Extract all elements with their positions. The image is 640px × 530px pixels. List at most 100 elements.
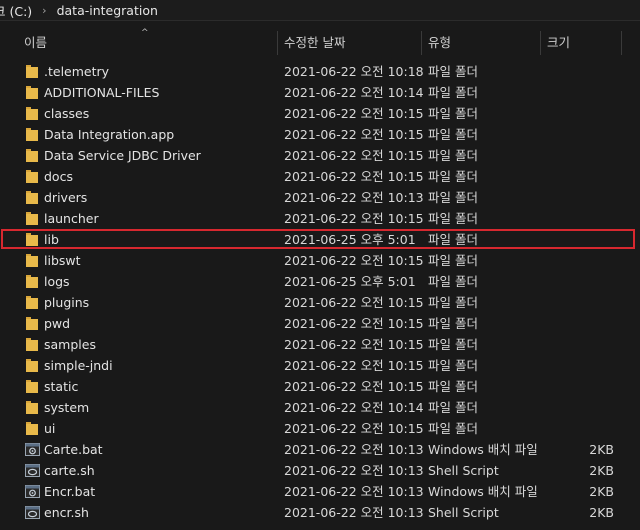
file-name: logs: [44, 274, 70, 289]
file-type: 파일 폴더: [428, 379, 478, 394]
file-type: 파일 폴더: [428, 211, 478, 226]
file-name: lib: [44, 232, 59, 247]
file-date-modified: 2021-06-22 오전 10:13: [284, 190, 424, 205]
file-type: 파일 폴더: [428, 64, 478, 79]
file-row[interactable]: ADDITIONAL-FILES 2021-06-22 오전 10:14 파일 폴더: [0, 82, 640, 103]
file-name: libswt: [44, 253, 81, 268]
breadcrumb-current-folder[interactable]: data-integration: [57, 3, 158, 18]
file-type: Windows 배치 파일: [428, 442, 538, 457]
file-type: 파일 폴더: [428, 421, 478, 436]
file-type: 파일 폴더: [428, 190, 478, 205]
file-date-modified: 2021-06-22 오전 10:15: [284, 253, 424, 268]
file-date-modified: 2021-06-22 오전 10:15: [284, 211, 424, 226]
file-type: 파일 폴더: [428, 400, 478, 415]
column-header-date[interactable]: 수정한 날짜: [284, 31, 345, 55]
file-row[interactable]: Data Service JDBC Driver 2021-06-22 오전 10…: [0, 145, 640, 166]
file-name: Data Service JDBC Driver: [44, 148, 201, 163]
file-row[interactable]: Encr.bat 2021-06-22 오전 10:13 Windows 배치 파일…: [0, 481, 640, 502]
file-row[interactable]: simple-jndi 2021-06-22 오전 10:15 파일 폴더: [0, 355, 640, 376]
column-header-size[interactable]: 크기: [547, 31, 570, 55]
chevron-right-icon[interactable]: ›: [42, 4, 46, 17]
file-name: launcher: [44, 211, 99, 226]
folder-icon: [25, 295, 39, 310]
folder-icon: [25, 127, 39, 142]
folder-icon: [25, 379, 39, 394]
folder-icon: [25, 148, 39, 163]
file-row[interactable]: carte.sh 2021-06-22 오전 10:13 Shell Script 2…: [0, 460, 640, 481]
batch-file-icon: [25, 442, 40, 457]
column-divider[interactable]: [540, 31, 541, 55]
breadcrumb-drive[interactable]: 크 (C:): [0, 1, 32, 20]
file-row[interactable]: static 2021-06-22 오전 10:15 파일 폴더: [0, 376, 640, 397]
folder-icon: [25, 274, 39, 289]
file-type: 파일 폴더: [428, 85, 478, 100]
column-header-bar: ^ 이름 수정한 날짜 유형 크기: [0, 28, 640, 55]
file-date-modified: 2021-06-22 오전 10:15: [284, 337, 424, 352]
file-row[interactable]: system 2021-06-22 오전 10:14 파일 폴더: [0, 397, 640, 418]
file-row[interactable]: classes 2021-06-22 오전 10:15 파일 폴더: [0, 103, 640, 124]
folder-icon: [25, 316, 39, 331]
file-name: Encr.bat: [44, 484, 96, 499]
folder-icon: [25, 64, 39, 79]
file-date-modified: 2021-06-22 오전 10:13: [284, 484, 424, 499]
file-size: 2KB: [589, 442, 614, 457]
file-row[interactable]: drivers 2021-06-22 오전 10:13 파일 폴더: [0, 187, 640, 208]
file-row[interactable]: samples 2021-06-22 오전 10:15 파일 폴더: [0, 334, 640, 355]
file-row[interactable]: pwd 2021-06-22 오전 10:15 파일 폴더: [0, 313, 640, 334]
file-date-modified: 2021-06-22 오전 10:14: [284, 85, 424, 100]
file-row[interactable]: encr.sh 2021-06-22 오전 10:13 Shell Script 2K…: [0, 502, 640, 523]
folder-icon: [25, 169, 39, 184]
column-divider[interactable]: [277, 31, 278, 55]
file-date-modified: 2021-06-22 오전 10:15: [284, 358, 424, 373]
file-name: plugins: [44, 295, 90, 310]
file-row[interactable]: launcher 2021-06-22 오전 10:15 파일 폴더: [0, 208, 640, 229]
file-date-modified: 2021-06-22 오전 10:15: [284, 106, 424, 121]
file-type: Shell Script: [428, 463, 499, 478]
file-date-modified: 2021-06-22 오전 10:13: [284, 505, 424, 520]
folder-icon: [25, 253, 39, 268]
batch-file-icon: [25, 484, 40, 499]
file-date-modified: 2021-06-25 오후 5:01: [284, 274, 416, 289]
file-row[interactable]: .telemetry 2021-06-22 오전 10:18 파일 폴더: [0, 61, 640, 82]
file-row[interactable]: ui 2021-06-22 오전 10:15 파일 폴더: [0, 418, 640, 439]
file-name: Carte.bat: [44, 442, 103, 457]
column-header-type[interactable]: 유형: [428, 31, 451, 55]
file-type: 파일 폴더: [428, 253, 478, 268]
column-header-name[interactable]: 이름: [24, 31, 47, 55]
file-date-modified: 2021-06-22 오전 10:13: [284, 442, 424, 457]
file-name: carte.sh: [44, 463, 95, 478]
file-name: ui: [44, 421, 56, 436]
file-type: 파일 폴더: [428, 106, 478, 121]
file-name: simple-jndi: [44, 358, 113, 373]
file-name: Data Integration.app: [44, 127, 175, 142]
file-row[interactable]: lib 2021-06-25 오후 5:01 파일 폴더: [0, 229, 640, 250]
file-name: .telemetry: [44, 64, 110, 79]
file-row[interactable]: libswt 2021-06-22 오전 10:15 파일 폴더: [0, 250, 640, 271]
file-row[interactable]: Data Integration.app 2021-06-22 오전 10:15 파…: [0, 124, 640, 145]
file-row[interactable]: Carte.bat 2021-06-22 오전 10:13 Windows 배치 파…: [0, 439, 640, 460]
script-file-icon: [25, 505, 40, 520]
file-type: Shell Script: [428, 505, 499, 520]
file-type: 파일 폴더: [428, 358, 478, 373]
column-divider[interactable]: [421, 31, 422, 55]
file-type: 파일 폴더: [428, 232, 478, 247]
file-size: 2KB: [589, 484, 614, 499]
file-date-modified: 2021-06-22 오전 10:15: [284, 169, 424, 184]
file-name: classes: [44, 106, 90, 121]
column-divider[interactable]: [621, 31, 622, 55]
file-type: 파일 폴더: [428, 337, 478, 352]
file-date-modified: 2021-06-22 오전 10:15: [284, 127, 424, 142]
file-row[interactable]: logs 2021-06-25 오후 5:01 파일 폴더: [0, 271, 640, 292]
file-row[interactable]: docs 2021-06-22 오전 10:15 파일 폴더: [0, 166, 640, 187]
script-file-icon: [25, 463, 40, 478]
folder-icon: [25, 85, 39, 100]
file-name: pwd: [44, 316, 71, 331]
file-row[interactable]: plugins 2021-06-22 오전 10:15 파일 폴더: [0, 292, 640, 313]
folder-icon: [25, 211, 39, 226]
folder-icon: [25, 421, 39, 436]
file-type: 파일 폴더: [428, 169, 478, 184]
file-date-modified: 2021-06-22 오전 10:15: [284, 379, 424, 394]
file-list: .telemetry 2021-06-22 오전 10:18 파일 폴더 ADDITI…: [0, 61, 640, 523]
file-date-modified: 2021-06-22 오전 10:15: [284, 421, 424, 436]
file-name: static: [44, 379, 79, 394]
